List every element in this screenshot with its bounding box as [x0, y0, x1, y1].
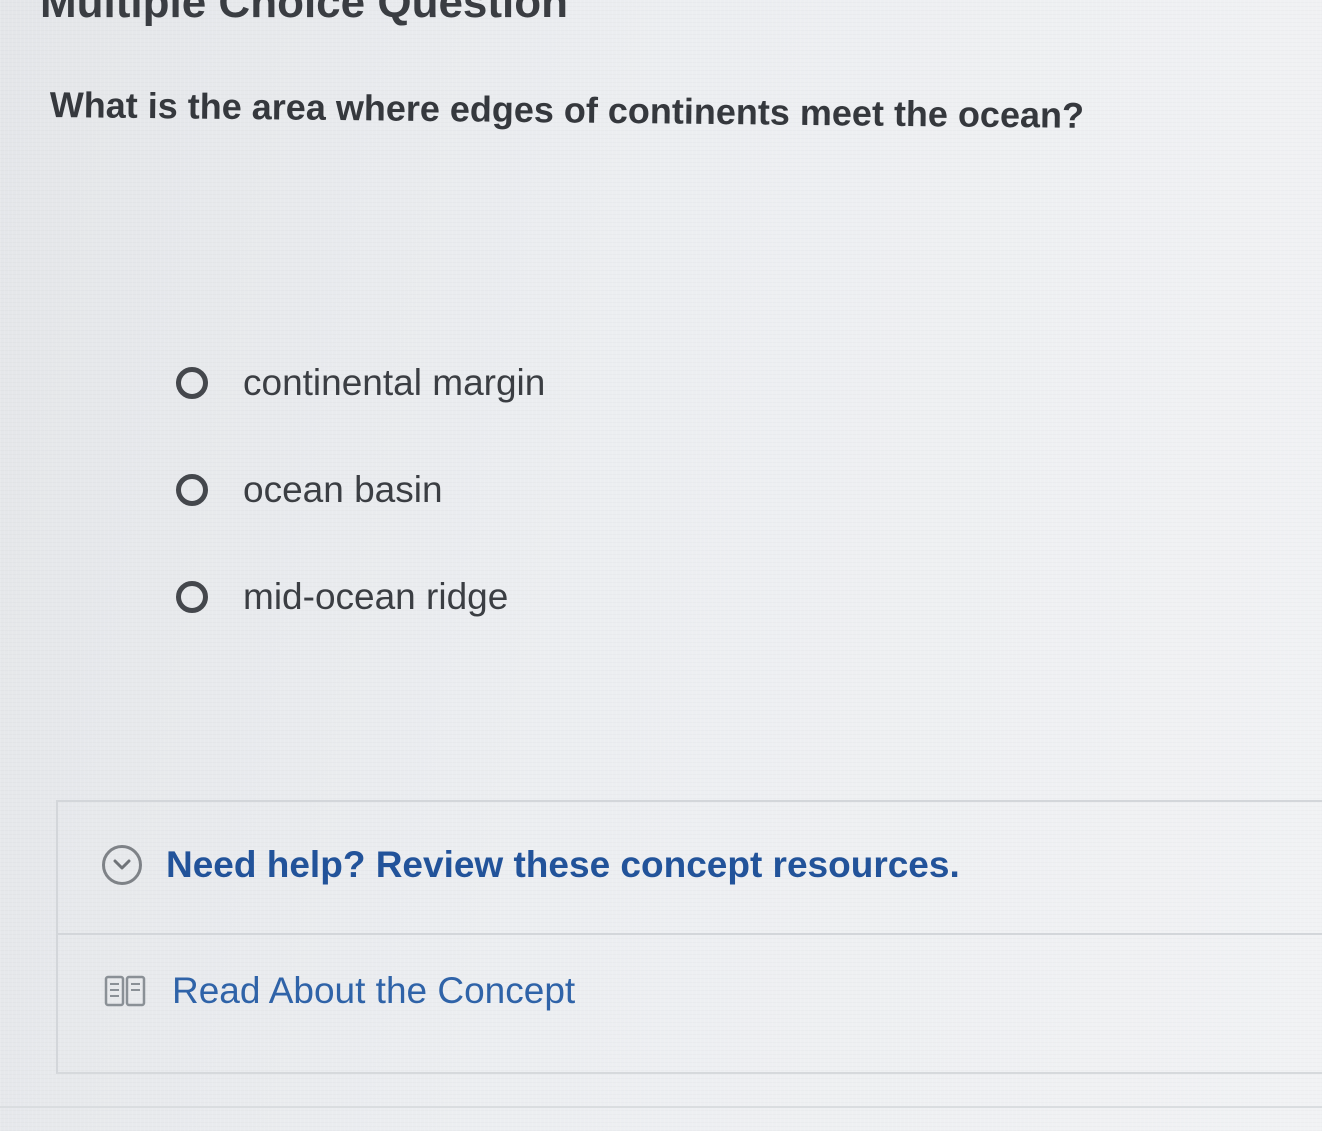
option-label: mid-ocean ridge [243, 576, 509, 617]
answer-option-ocean-basin[interactable]: ocean basin [176, 463, 545, 517]
resource-label: Read About the Concept [172, 970, 576, 1011]
concept-resources-toggle[interactable]: Need help? Review these concept resource… [102, 844, 960, 886]
read-about-concept-link[interactable]: Read About the Concept [104, 970, 575, 1012]
bottom-divider [0, 1106, 1322, 1108]
chevron-down-circle-icon [102, 845, 142, 885]
page-heading: Multiple Choice Question [40, 0, 569, 27]
answer-options: continental margin ocean basin mid-ocean… [176, 356, 545, 677]
radio-button[interactable] [176, 367, 208, 399]
answer-option-mid-ocean-ridge[interactable]: mid-ocean ridge [176, 570, 545, 624]
concept-resources-panel: Need help? Review these concept resource… [56, 800, 1322, 1074]
option-label: continental margin [243, 362, 546, 403]
question-prompt: What is the area where edges of continen… [49, 84, 1085, 136]
radio-button[interactable] [176, 581, 208, 613]
answer-option-continental-margin[interactable]: continental margin [176, 356, 545, 410]
concept-resources-title: Need help? Review these concept resource… [166, 844, 960, 885]
radio-button[interactable] [176, 474, 208, 506]
panel-divider [58, 933, 1322, 935]
option-label: ocean basin [243, 469, 443, 510]
book-icon [104, 975, 146, 1007]
